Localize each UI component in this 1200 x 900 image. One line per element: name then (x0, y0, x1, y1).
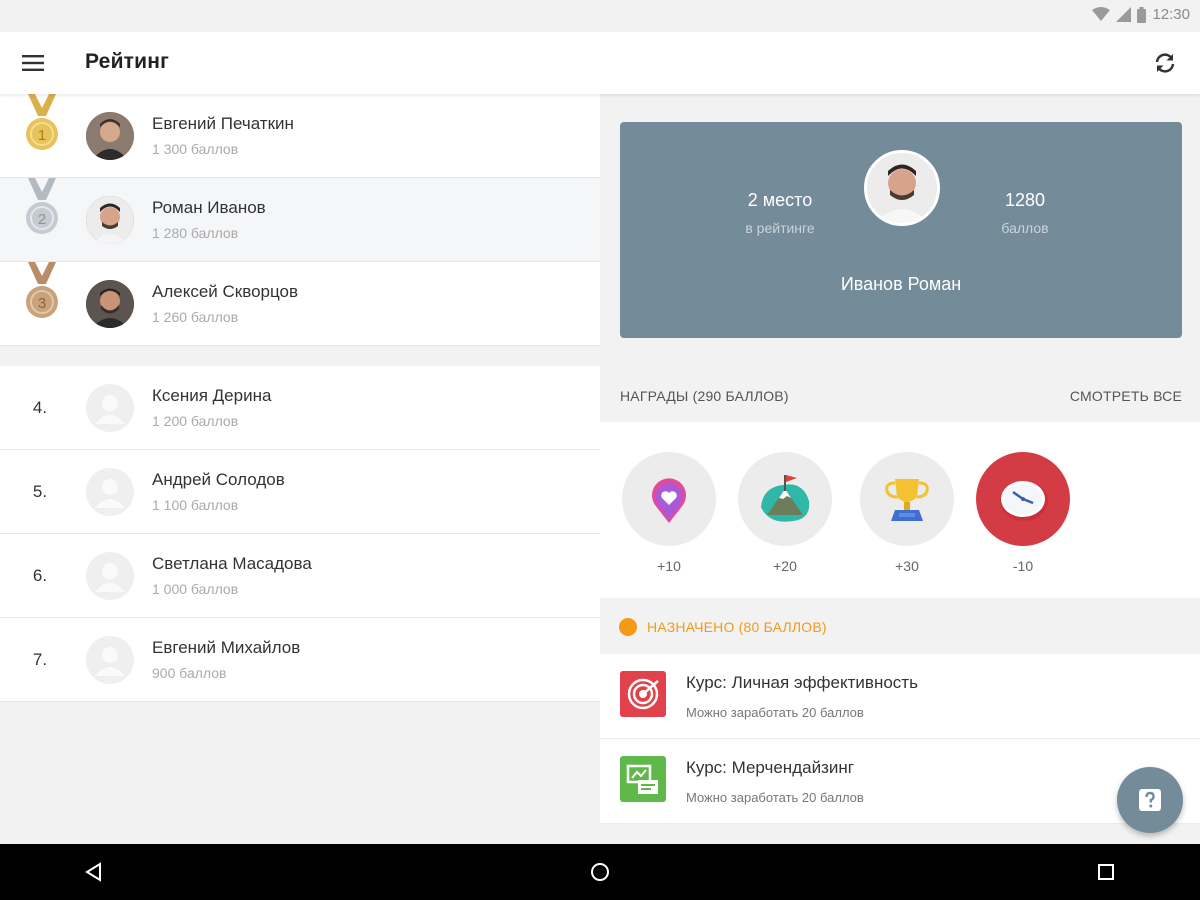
user-name: Алексей Скворцов (152, 282, 299, 301)
user-points: 1 300 баллов (152, 141, 239, 157)
user-name: Евгений Печаткин (152, 114, 294, 133)
battery-icon (1137, 6, 1147, 23)
assigned-label: НАЗНАЧЕНО (80 БАЛЛОВ) (647, 619, 827, 635)
rating-list: 1 Евгений Печаткин 1 300 баллов 2 Роман … (0, 94, 600, 844)
reward-item[interactable]: +20 (738, 452, 832, 574)
target-icon (620, 671, 666, 717)
medal-number: 2 (38, 211, 46, 228)
rank-number: 5. (32, 482, 48, 501)
place-value: 2 место (747, 190, 813, 210)
merchandising-icon (620, 756, 666, 802)
reward-value: +10 (657, 558, 681, 574)
course-subtitle: Можно заработать 20 баллов (686, 705, 864, 720)
user-points: 1 000 баллов (152, 581, 239, 597)
page-title: Рейтинг (85, 50, 170, 73)
rewards-header: НАГРАДЫ (290 БАЛЛОВ) (620, 388, 789, 404)
medal-number: 1 (38, 127, 46, 144)
score-value: 1280 (1004, 190, 1046, 210)
course-item[interactable]: Курс: Мерчендайзинг Можно заработать 20 … (600, 739, 1200, 824)
home-button[interactable] (584, 856, 616, 888)
rank-row[interactable]: 5. Андрей Солодов 1 100 баллов (0, 450, 600, 534)
rank-row[interactable]: 7. Евгений Михайлов 900 баллов (0, 618, 600, 702)
system-nav-bar (0, 844, 1200, 900)
user-points: 1 260 баллов (152, 309, 239, 325)
avatar (86, 112, 134, 160)
app-bar: Рейтинг (0, 32, 1200, 94)
user-points: 1 280 баллов (152, 225, 239, 241)
mountain-flag-icon (738, 452, 832, 546)
leader-row[interactable]: 2 Роман Иванов 1 280 баллов (0, 178, 600, 262)
user-points: 1 200 баллов (152, 413, 239, 429)
back-triangle-icon (85, 862, 101, 882)
refresh-icon (1155, 53, 1175, 73)
home-circle-icon (591, 863, 609, 881)
user-name: Роман Иванов (152, 198, 266, 217)
gold-medal-icon: 1 (26, 94, 58, 150)
rewards-strip: +10 +20 +30 -10 (600, 422, 1200, 598)
see-all-link[interactable]: СМОТРЕТЬ ВСЕ (1070, 388, 1182, 404)
wifi-icon (1092, 7, 1111, 21)
reward-value: +30 (895, 558, 919, 574)
user-points: 1 100 баллов (152, 497, 239, 513)
clock-icon (976, 452, 1070, 546)
avatar (86, 196, 134, 244)
menu-button[interactable] (14, 45, 52, 81)
status-time: 12:30 (1152, 6, 1190, 23)
leader-row[interactable]: 1 Евгений Печаткин 1 300 баллов (0, 94, 600, 178)
trophy-icon (860, 452, 954, 546)
avatar-placeholder-icon (86, 468, 134, 516)
status-dot-icon (619, 618, 637, 636)
user-name: Ксения Дерина (152, 386, 272, 405)
score-label: баллов (1001, 220, 1049, 236)
profile-panel: 2 место в рейтинге 1280 баллов Иванов Ро… (600, 94, 1200, 844)
avatar-placeholder-icon (86, 384, 134, 432)
user-name: Андрей Солодов (152, 470, 285, 489)
user-name: Светлана Масадова (152, 554, 312, 573)
recents-button[interactable] (1090, 856, 1122, 888)
user-name: Евгений Михайлов (152, 638, 301, 657)
back-button[interactable] (78, 856, 110, 888)
rank-number: 6. (32, 566, 48, 585)
reward-value: -10 (1012, 558, 1034, 574)
reward-item[interactable]: +10 (622, 452, 716, 574)
user-points: 900 баллов (152, 665, 227, 681)
status-icons: 12:30 (1092, 6, 1190, 23)
avatar-placeholder-icon (86, 636, 134, 684)
heart-pin-icon (622, 452, 716, 546)
course-item[interactable]: Курс: Личная эффективность Можно заработ… (600, 654, 1200, 739)
help-button[interactable] (1117, 767, 1183, 833)
rank-number: 7. (32, 650, 48, 669)
rank-row[interactable]: 4. Ксения Дерина 1 200 баллов (0, 366, 600, 450)
rank-number: 4. (32, 398, 48, 417)
reward-item[interactable]: -10 (976, 452, 1070, 574)
reward-item[interactable]: +30 (860, 452, 954, 574)
refresh-button[interactable] (1146, 45, 1184, 81)
avatar-placeholder-icon (86, 552, 134, 600)
help-icon (1139, 789, 1161, 811)
medal-number: 3 (38, 295, 46, 312)
bronze-medal-icon: 3 (26, 262, 58, 318)
list-divider (0, 346, 600, 366)
profile-avatar (864, 150, 940, 226)
recents-square-icon (1098, 864, 1114, 880)
rank-row[interactable]: 6. Светлана Масадова 1 000 баллов (0, 534, 600, 618)
profile-name: Иванов Роман (840, 274, 962, 294)
status-bar: 12:30 (0, 0, 1200, 32)
course-title: Курс: Личная эффективность (686, 673, 918, 692)
profile-card: 2 место в рейтинге 1280 баллов Иванов Ро… (620, 122, 1182, 338)
avatar (86, 280, 134, 328)
leader-row[interactable]: 3 Алексей Скворцов 1 260 баллов (0, 262, 600, 346)
silver-medal-icon: 2 (26, 178, 58, 234)
assigned-section-header: НАЗНАЧЕНО (80 БАЛЛОВ) (600, 598, 1200, 654)
hamburger-icon (22, 55, 44, 71)
place-label: в рейтинге (745, 220, 815, 236)
course-subtitle: Можно заработать 20 баллов (686, 790, 864, 805)
signal-icon (1116, 7, 1132, 22)
reward-value: +20 (773, 558, 797, 574)
course-title: Курс: Мерчендайзинг (686, 758, 854, 777)
